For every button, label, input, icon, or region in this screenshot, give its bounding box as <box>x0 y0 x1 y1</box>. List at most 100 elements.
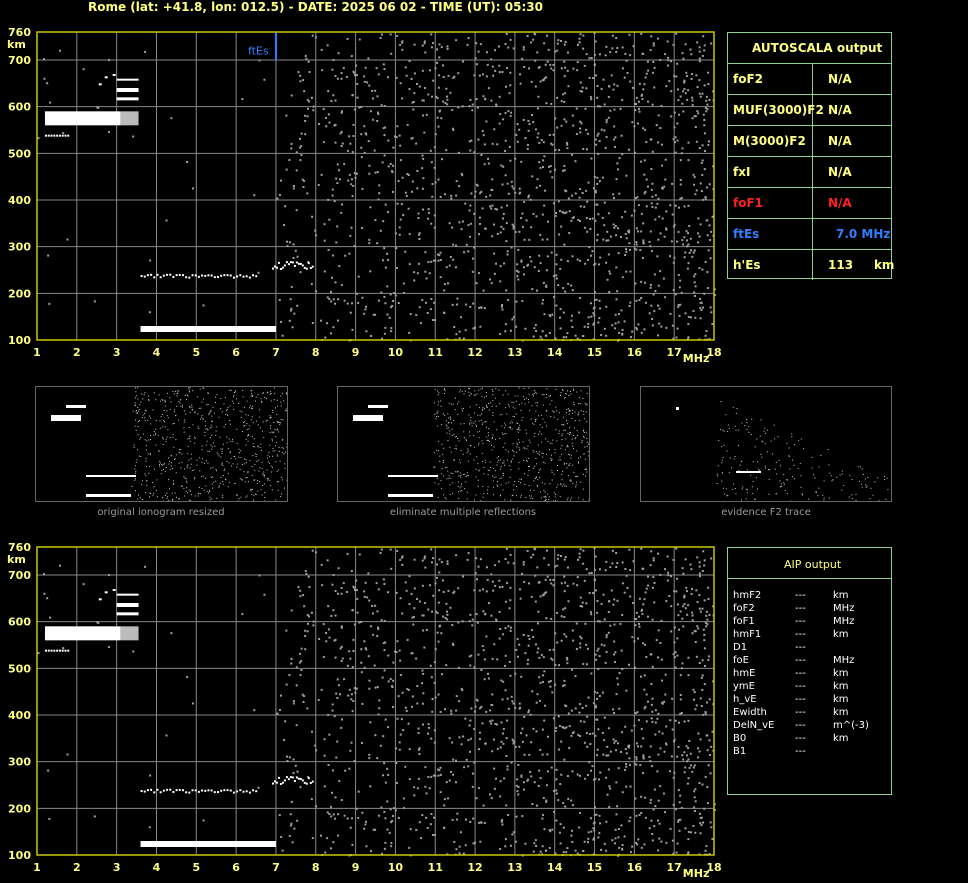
noise-point <box>594 653 597 656</box>
noise-point <box>616 599 619 602</box>
noise-point <box>490 614 493 617</box>
noise-point <box>528 753 531 756</box>
noise-point <box>448 737 451 740</box>
thumb-point <box>242 396 244 398</box>
thumb-point <box>277 428 279 430</box>
thumb-point <box>513 489 515 491</box>
thumb-point <box>566 423 568 425</box>
noise-point <box>585 643 588 646</box>
thumb-point <box>180 405 182 407</box>
noise-point <box>558 831 561 834</box>
thumb-point <box>172 423 174 425</box>
thumb-point <box>222 481 224 483</box>
thumb-point <box>173 411 175 413</box>
thumb-point <box>757 461 759 463</box>
noise-point <box>648 827 651 830</box>
noise-point <box>413 786 416 789</box>
thumb-point <box>270 427 272 429</box>
thumb-point <box>186 465 188 467</box>
thumb-es-trace <box>388 475 438 477</box>
thumb-point <box>252 395 254 397</box>
noise-point <box>563 758 566 761</box>
noise-point <box>292 702 295 705</box>
noise-point <box>299 674 302 677</box>
noise-point <box>607 727 610 730</box>
noise-point <box>522 633 525 636</box>
noise-point <box>546 575 549 578</box>
thumb-point <box>766 429 768 431</box>
noise-point <box>472 817 475 820</box>
thumb-point <box>247 414 249 416</box>
noise-point <box>48 817 51 820</box>
thumb-point <box>216 426 218 428</box>
thumb-point <box>200 407 202 409</box>
thumb-point <box>135 404 137 406</box>
trace-es2-point <box>283 779 286 782</box>
thumb-point <box>569 479 571 481</box>
noise-point <box>421 584 424 587</box>
noise-point <box>335 756 338 759</box>
thumb-point <box>263 474 265 476</box>
thumb-point <box>167 479 169 481</box>
noise-point <box>290 662 293 665</box>
noise-point <box>566 847 569 850</box>
noise-point <box>66 753 69 756</box>
noise-point <box>702 628 705 631</box>
thumb-point <box>568 464 570 466</box>
noise-point <box>562 851 565 854</box>
noise-point <box>523 580 526 583</box>
noise-point <box>315 551 318 554</box>
noise-point <box>711 838 714 841</box>
noise-point <box>552 584 555 587</box>
noise-point <box>364 581 367 584</box>
noise-point <box>699 822 702 825</box>
noise-point <box>621 582 624 585</box>
noise-point <box>490 573 493 576</box>
noise-point <box>461 689 464 692</box>
noise-point <box>441 579 444 582</box>
thumb-point <box>774 468 776 470</box>
noise-point <box>546 549 549 552</box>
noise-point <box>563 590 566 593</box>
trace-es2-point <box>293 779 296 782</box>
autoscala-col-divider <box>812 249 813 280</box>
noise-point <box>606 745 609 748</box>
thumb-point <box>745 488 747 490</box>
thumb-point <box>811 456 813 458</box>
noise-point <box>628 757 631 760</box>
thumb-point <box>566 499 568 501</box>
thumb-point <box>185 490 187 492</box>
thumb-point <box>499 403 501 405</box>
thumb-point <box>515 413 517 415</box>
noise-point <box>458 700 461 703</box>
thumb-point <box>534 389 536 391</box>
noise-point <box>598 620 601 623</box>
thumb-point <box>269 417 271 419</box>
thumb-point <box>257 445 259 447</box>
noise-point <box>590 769 593 772</box>
noise-point <box>507 625 510 628</box>
noise-point <box>679 712 682 715</box>
thumb-point <box>458 475 460 477</box>
noise-point <box>358 621 361 624</box>
thumb-point <box>441 468 443 470</box>
trace-es2-point <box>285 776 288 779</box>
noise-point <box>701 659 704 662</box>
noise-point <box>506 719 509 722</box>
autoscala-col-divider <box>812 218 813 249</box>
thumb-point <box>488 409 490 411</box>
thumb-point <box>261 430 263 432</box>
thumb-point <box>449 484 451 486</box>
thumb-point <box>269 479 271 481</box>
noise-point <box>486 672 489 675</box>
thumb-point <box>251 416 253 418</box>
noise-point <box>425 792 428 795</box>
noise-point <box>330 791 333 794</box>
noise-point <box>469 737 472 740</box>
noise-point <box>395 591 398 594</box>
noise-point <box>371 604 374 607</box>
noise-point <box>382 578 385 581</box>
trace-es2-point <box>273 780 276 783</box>
thumb-point <box>469 423 471 425</box>
noise-point <box>511 833 514 836</box>
